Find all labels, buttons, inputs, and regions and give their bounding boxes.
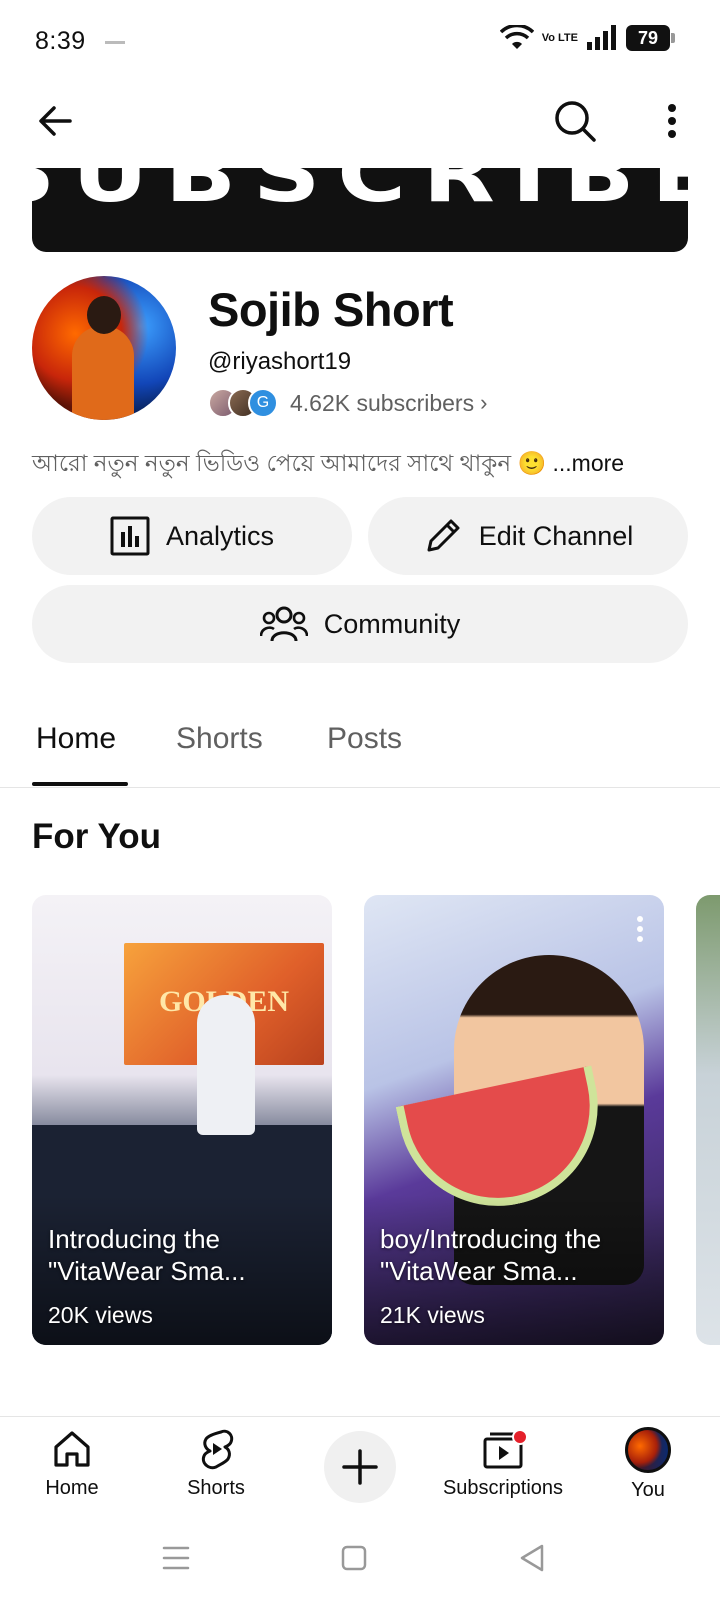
search-icon[interactable]	[550, 96, 600, 146]
subscriber-avatar: G	[248, 388, 278, 418]
short-card-peek[interactable]	[696, 895, 720, 1345]
pencil-icon	[427, 519, 460, 552]
card-views: 21K views	[380, 1302, 485, 1328]
channel-banner[interactable]: SUBSCRIBE	[32, 168, 688, 252]
short-card[interactable]: boy/Introducing the "VitaWear Sma... 21K…	[364, 895, 664, 1345]
nav-shorts[interactable]: Shorts	[141, 1427, 291, 1500]
people-icon	[259, 606, 308, 642]
more-link[interactable]: ...more	[553, 450, 625, 476]
status-time: 8:39	[35, 27, 86, 55]
nav-home-label: Home	[45, 1477, 99, 1499]
community-button[interactable]: Community	[32, 585, 688, 663]
analytics-button[interactable]: Analytics	[32, 497, 352, 575]
status-bar: 8:39 Vo LTE 79	[0, 0, 720, 82]
nav-you-label: You	[631, 1479, 665, 1501]
description-text: আরো নতুন নতুন ভিডিও পেয়ে আমাদের সাথে থা…	[32, 450, 547, 476]
edit-channel-label: Edit Channel	[478, 520, 634, 551]
community-label: Community	[323, 608, 461, 639]
analytics-icon	[110, 516, 150, 556]
nav-subscriptions-label: Subscriptions	[442, 1477, 564, 1499]
banner-text: SUBSCRIBE	[32, 168, 688, 220]
channel-avatar[interactable]	[32, 276, 176, 420]
bottom-navigation: Home Shorts Subscriptions You	[0, 1416, 720, 1516]
nav-you[interactable]: You	[573, 1427, 720, 1502]
volte-label: Vo LTE	[541, 31, 578, 44]
battery-icon: 79	[626, 25, 675, 51]
top-app-bar	[0, 88, 720, 152]
card-views: 20K views	[48, 1302, 153, 1328]
nav-subscriptions[interactable]: Subscriptions	[428, 1427, 578, 1500]
system-navigation	[0, 1516, 720, 1600]
subscriber-count: 4.62K subscribers	[290, 389, 475, 416]
notification-indicator	[105, 41, 125, 44]
status-icons: Vo LTE 79	[499, 25, 675, 51]
tab-posts[interactable]: Posts	[327, 722, 402, 756]
section-title: For You	[32, 817, 161, 856]
plus-icon	[342, 1449, 378, 1485]
tab-home[interactable]: Home	[36, 722, 116, 756]
edit-channel-button[interactable]: Edit Channel	[368, 497, 688, 575]
channel-description[interactable]: আরো নতুন নতুন ভিডিও পেয়ে আমাদের সাথে থা…	[32, 445, 624, 484]
more-vertical-icon[interactable]	[650, 96, 694, 146]
analytics-label: Analytics	[165, 520, 275, 551]
shorts-icon	[201, 1429, 234, 1470]
channel-handle: @riyashort19	[208, 348, 352, 375]
recents-icon[interactable]	[158, 1540, 194, 1576]
channel-name: Sojib Short	[208, 283, 454, 336]
subscribers-row[interactable]: G 4.62K subscribers ›	[208, 385, 487, 421]
wifi-icon	[499, 25, 534, 49]
nav-shorts-label: Shorts	[187, 1477, 245, 1499]
you-avatar	[625, 1427, 671, 1473]
avatar-head-shape	[87, 296, 121, 334]
more-vertical-icon[interactable]	[630, 913, 650, 945]
signal-icon	[587, 25, 616, 50]
notification-dot	[512, 1429, 528, 1445]
card-title: Introducing the "VitaWear Sma...	[48, 1224, 246, 1286]
create-button[interactable]	[324, 1431, 396, 1503]
nav-home[interactable]: Home	[0, 1427, 147, 1500]
card-title: boy/Introducing the "VitaWear Sma...	[380, 1224, 602, 1286]
back-triangle-icon[interactable]	[514, 1540, 550, 1576]
tab-shorts[interactable]: Shorts	[176, 722, 263, 756]
short-card[interactable]: GOLDEN Introducing the "VitaWear Sma... …	[32, 895, 332, 1345]
arrow-left-icon[interactable]	[30, 96, 80, 146]
home-icon	[54, 1431, 90, 1467]
thumbnail-person	[197, 995, 255, 1135]
active-tab-indicator	[32, 782, 128, 786]
home-square-icon[interactable]	[336, 1540, 372, 1576]
channel-tabs: Home Shorts Posts	[0, 700, 720, 788]
avatar-person-shape	[72, 326, 134, 420]
chevron-right-icon: ›	[480, 390, 488, 415]
